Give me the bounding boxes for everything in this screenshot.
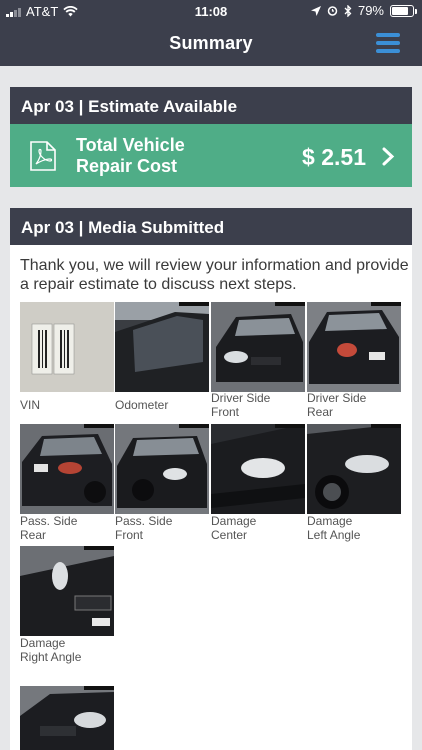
page-title: Summary bbox=[169, 33, 253, 53]
chevron-right-icon bbox=[382, 147, 395, 166]
photo-thumbnail-pass-side-rear[interactable] bbox=[20, 424, 114, 514]
photo-thumbnail-vin[interactable] bbox=[20, 302, 114, 392]
photo-thumbnail-damage-right-angle[interactable] bbox=[20, 546, 114, 636]
alarm-clock-icon bbox=[327, 6, 338, 16]
photo-label-pass-side-rear: Pass. Side Rear bbox=[20, 514, 78, 542]
photo-thumbnail-pass-side-front[interactable] bbox=[115, 424, 209, 514]
photo-label-pass-side-front: Pass. Side Front bbox=[115, 514, 173, 542]
photo-thumbnail-driver-side-front[interactable] bbox=[211, 302, 305, 392]
total-repair-cost-label: Total Vehicle Repair Cost bbox=[76, 135, 185, 176]
battery-icon bbox=[390, 4, 417, 17]
photo-label-damage-right-angle: Damage Right Angle bbox=[20, 636, 82, 664]
photo-thumbnail-driver-side-rear[interactable] bbox=[307, 302, 401, 392]
review-message: Thank you, we will review your informati… bbox=[20, 257, 409, 293]
photo-thumbnail-additional[interactable] bbox=[20, 686, 114, 750]
total-repair-cost-button[interactable]: Total Vehicle Repair Cost $ 2.51 bbox=[10, 124, 412, 187]
photo-label-driver-side-front: Driver Side Front bbox=[211, 391, 271, 419]
repair-cost-amount: $ 2.51 bbox=[302, 144, 366, 170]
estimate-card: Apr 03 | Estimate Available Total Vehicl… bbox=[10, 87, 412, 187]
photo-label-damage-left-angle: Damage Left Angle bbox=[307, 514, 361, 542]
photo-thumbnail-damage-center[interactable] bbox=[211, 424, 305, 514]
battery-percent: 79% bbox=[357, 3, 384, 18]
estimate-card-header: Apr 03 | Estimate Available bbox=[10, 87, 412, 124]
bluetooth-icon bbox=[344, 4, 352, 17]
top-bar: AT&T 11:08 79% Summary bbox=[0, 0, 422, 66]
location-arrow-icon bbox=[310, 5, 321, 16]
status-bar: AT&T 11:08 79% bbox=[0, 0, 422, 22]
media-card-header: Apr 03 | Media Submitted bbox=[10, 208, 412, 245]
photo-label-damage-center: Damage Center bbox=[211, 514, 257, 542]
hamburger-menu-icon[interactable] bbox=[376, 33, 400, 53]
pdf-icon bbox=[30, 141, 56, 171]
photo-label-vin: VIN bbox=[20, 398, 41, 412]
photo-thumbnail-damage-left-angle[interactable] bbox=[307, 424, 401, 514]
media-card: Apr 03 | Media Submitted Thank you, we w… bbox=[10, 208, 412, 750]
photo-label-odometer: Odometer bbox=[115, 398, 169, 412]
photo-thumbnail-odometer[interactable] bbox=[115, 302, 209, 392]
photo-label-driver-side-rear: Driver Side Rear bbox=[307, 391, 367, 419]
